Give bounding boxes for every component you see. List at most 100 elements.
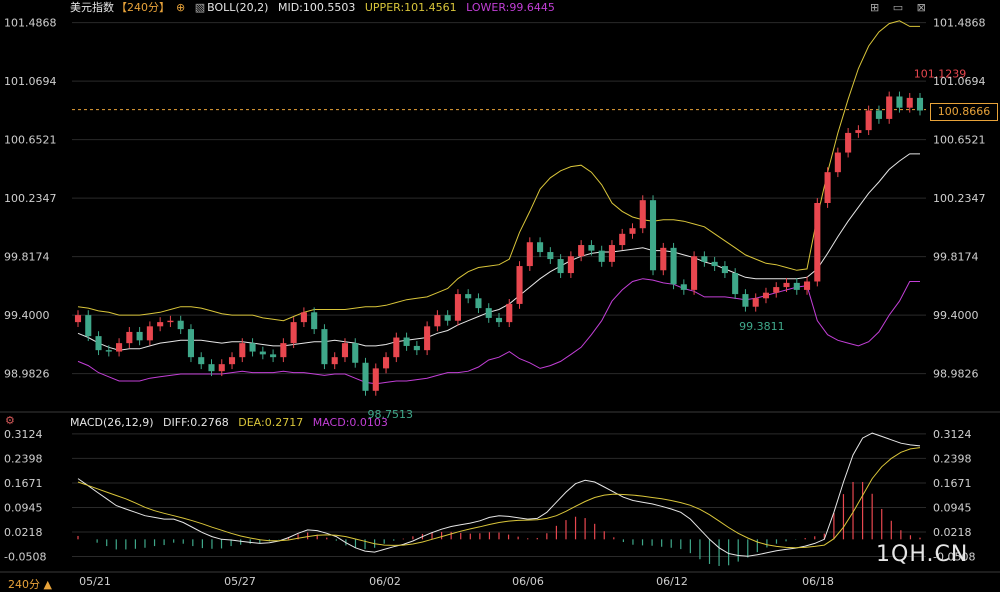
gear-icon[interactable]: ⚙	[5, 414, 15, 427]
current-price-tag: 100.8666	[930, 103, 998, 121]
y-tick-left: 98.9826	[4, 368, 50, 381]
candle	[341, 343, 349, 358]
candle	[424, 326, 431, 351]
candle	[732, 273, 739, 295]
candle	[383, 357, 390, 369]
candle	[783, 282, 790, 288]
y-tick-left: 101.0694	[4, 75, 57, 88]
y-tick-right: 99.4000	[933, 309, 979, 322]
macd-label: MACD(26,12,9)	[70, 416, 154, 429]
macd-tick-right: 0.0945	[933, 501, 972, 514]
candle	[495, 317, 503, 323]
boll-lower-line	[77, 278, 920, 385]
y-tick-left: 99.4000	[4, 309, 50, 322]
candle	[259, 351, 266, 355]
x-tick: 05/21	[79, 575, 111, 588]
x-tick: 06/18	[802, 575, 834, 588]
candle	[547, 252, 554, 260]
candle	[886, 96, 893, 119]
x-tick: 06/12	[656, 575, 688, 588]
y-tick-right: 100.6521	[933, 134, 986, 147]
candle	[578, 245, 585, 257]
macd-tick-left: 0.2398	[4, 452, 43, 465]
candle	[824, 172, 831, 203]
candle	[187, 329, 194, 358]
macd-tick-left: 0.3124	[4, 428, 43, 441]
candle	[865, 110, 872, 131]
candlestick-chart: 101.123998.751399.3811 101.4868 101.48681…	[0, 17, 1000, 588]
candle	[804, 281, 811, 290]
y-tick-left: 100.2347	[4, 192, 57, 205]
candle	[721, 266, 728, 274]
y-tick-right: 101.0694	[933, 75, 986, 88]
candle	[393, 337, 400, 358]
x-tick: 06/02	[369, 575, 401, 588]
candle	[146, 326, 153, 341]
macd-tick-left: -0.0508	[4, 550, 46, 563]
macd-diff: DIFF:0.2768	[163, 416, 229, 429]
boll-upper-line	[77, 20, 920, 322]
candle	[752, 298, 759, 307]
candle	[177, 320, 184, 330]
y-tick-left: 101.4868	[4, 17, 57, 30]
candle	[619, 233, 626, 246]
candle	[629, 228, 636, 234]
candle	[855, 130, 862, 133]
candle	[454, 294, 461, 321]
candle	[762, 292, 770, 299]
x-tick: 06/06	[512, 575, 544, 588]
candle	[444, 315, 451, 321]
macd-tick-left: 0.0218	[4, 526, 43, 539]
candle	[280, 343, 287, 358]
candle	[95, 336, 102, 351]
y-tick-right: 99.8174	[933, 251, 979, 264]
y-tick-right: 100.2347	[933, 192, 986, 205]
candle	[85, 315, 92, 337]
candle	[331, 357, 338, 365]
candle	[290, 322, 297, 344]
candle	[157, 322, 164, 327]
macd-value: MACD:0.0103	[312, 416, 388, 429]
candle	[567, 256, 574, 274]
period-selector[interactable]: 240分 ▲	[8, 576, 52, 592]
candle	[126, 331, 133, 344]
candle	[352, 343, 359, 363]
candle	[485, 308, 492, 318]
candle	[845, 132, 852, 153]
candle	[875, 110, 882, 119]
candle	[105, 350, 112, 352]
candle	[516, 266, 523, 304]
candle	[742, 294, 749, 307]
candle	[249, 343, 256, 352]
candle	[701, 256, 708, 262]
candle	[465, 294, 472, 299]
candle	[557, 259, 564, 274]
macd-tick-left: 0.1671	[4, 477, 43, 490]
candle	[834, 152, 841, 173]
candle	[434, 315, 441, 327]
macd-header: MACD(26,12,9) DIFF:0.2768 DEA:0.2717 MAC…	[70, 415, 394, 431]
candle	[670, 247, 677, 285]
candle	[208, 364, 215, 372]
chart-window: { "header": { "title": "美元指数", "period_l…	[0, 0, 1000, 592]
candle	[311, 312, 318, 330]
candle	[711, 261, 718, 267]
macd-tick-right: 0.3124	[933, 428, 972, 441]
triangle-up-icon: ▲	[43, 578, 52, 591]
candle	[74, 315, 82, 323]
macd-tick-right: 0.0218	[933, 526, 972, 539]
candle	[116, 343, 123, 352]
candle	[691, 256, 698, 290]
candle	[218, 364, 225, 372]
candle	[814, 202, 821, 282]
macd-tick-right: 0.2398	[933, 452, 972, 465]
watermark: 1QH.CN	[876, 542, 969, 567]
candle	[526, 242, 533, 267]
candle	[773, 287, 780, 293]
macd-tick-left: 0.0945	[4, 501, 43, 514]
candle	[906, 97, 913, 108]
candle	[793, 282, 800, 290]
candle	[537, 242, 544, 253]
candle	[680, 284, 687, 290]
candle	[649, 200, 657, 271]
